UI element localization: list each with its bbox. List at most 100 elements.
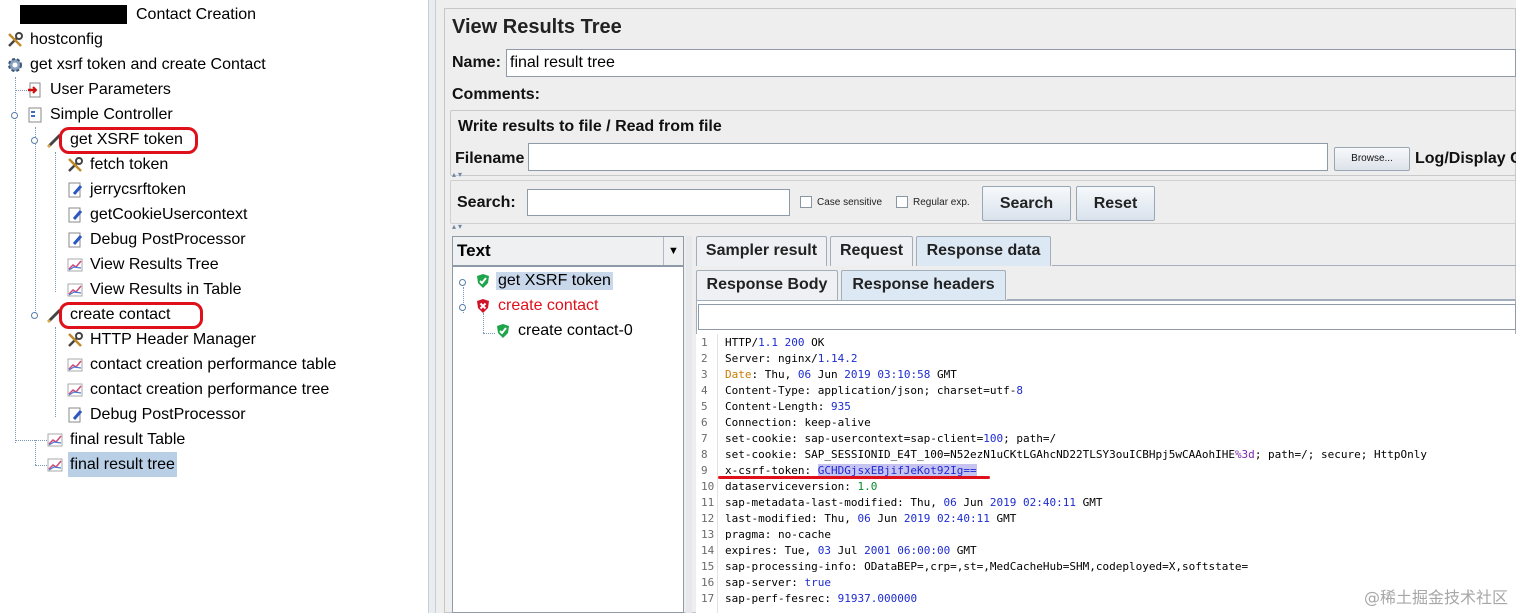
- tab-request[interactable]: Request: [830, 236, 913, 266]
- code-line: 9 x-csrf-token: GCHDGjsxEBjifJeKot92Ig==: [696, 463, 977, 479]
- tree-item-view-results-tree[interactable]: View Results Tree: [66, 252, 221, 277]
- code-line: 15 sap-processing-info: ODataBEP=,crp=,st…: [696, 559, 1248, 575]
- line-text: Server: nginx/1.14.2: [725, 352, 858, 365]
- tree-item-view-results-table[interactable]: View Results in Table: [66, 277, 244, 302]
- tree-item-final-result-tree[interactable]: final result tree: [46, 452, 177, 477]
- listener-chart-icon: [66, 356, 84, 374]
- expand-toggle[interactable]: [459, 304, 466, 311]
- line-number: 13: [701, 528, 715, 541]
- listener-chart-icon: [46, 431, 64, 449]
- tree-item-perf-tree[interactable]: contact creation performance tree: [66, 377, 331, 402]
- line-text: HTTP/1.1 200 OK: [725, 336, 825, 349]
- tree-connector: [483, 333, 495, 334]
- test-plan-tree[interactable]: Contact Creation hostconfig get xsrf tok…: [0, 0, 428, 613]
- postprocessor-icon: [66, 206, 84, 224]
- result-node[interactable]: create contact-0: [495, 322, 635, 340]
- case-sensitive-label: Case sensitive: [817, 196, 883, 208]
- line-number: 14: [701, 544, 715, 557]
- line-text: sap-server: true: [725, 576, 831, 589]
- splitter-handle[interactable]: [686, 236, 692, 613]
- tree-item-getcookieusercontext[interactable]: getCookieUsercontext: [66, 202, 249, 227]
- name-field[interactable]: final result tree: [506, 49, 1516, 77]
- code-line: 13 pragma: no-cache: [696, 527, 831, 543]
- browse-button[interactable]: Browse...: [1334, 147, 1410, 171]
- tab-sampler-result[interactable]: Sampler result: [696, 236, 827, 266]
- tree-item-http-header-manager[interactable]: HTTP Header Manager: [66, 327, 258, 352]
- tree-item-jerrycsrftoken[interactable]: jerrycsrftoken: [66, 177, 188, 202]
- tree-item-fetch-token[interactable]: fetch token: [66, 152, 170, 177]
- file-group-title: Write results to file / Read from file: [458, 118, 722, 135]
- tree-item-test-plan[interactable]: Contact Creation: [2, 2, 258, 27]
- renderer-select[interactable]: Text ▼: [452, 236, 684, 266]
- line-number: 8: [701, 448, 708, 461]
- expand-toggle[interactable]: [31, 137, 38, 144]
- tab-response-body[interactable]: Response Body: [696, 270, 838, 300]
- code-line: 10 dataserviceversion: 1.0: [696, 479, 877, 495]
- line-text: Date: Thu, 06 Jun 2019 03:10:58 GMT: [725, 368, 957, 381]
- line-number: 12: [701, 512, 715, 525]
- collapse-handle[interactable]: ▴▾: [452, 222, 464, 231]
- tree-item-debug-postprocessor[interactable]: Debug PostProcessor: [66, 227, 248, 252]
- tree-connector: [15, 77, 16, 443]
- line-text: dataserviceversion: 1.0: [725, 480, 878, 493]
- case-sensitive-checkbox[interactable]: Case sensitive: [800, 196, 882, 208]
- search-button[interactable]: Search: [982, 186, 1071, 221]
- tree-connector: [35, 127, 36, 317]
- tree-item-final-result-table[interactable]: final result Table: [46, 427, 187, 452]
- tree-item-user-parameters[interactable]: User Parameters: [26, 77, 173, 102]
- tree-connector: [55, 327, 56, 417]
- chevron-down-icon[interactable]: ▼: [663, 237, 683, 265]
- collapse-handle[interactable]: ▴▾: [452, 170, 464, 179]
- expand-toggle[interactable]: [459, 279, 466, 286]
- result-node[interactable]: get XSRF token: [475, 272, 613, 290]
- success-shield-icon: [475, 273, 491, 289]
- line-text: expires: Tue, 03 Jul 2001 06:00:00 GMT: [725, 544, 977, 557]
- filename-label: Filename: [455, 150, 525, 167]
- line-text: sap-metadata-last-modified: Thu, 06 Jun …: [725, 496, 1103, 509]
- search-input[interactable]: [527, 189, 790, 216]
- tree-item-debug-postprocessor-2[interactable]: Debug PostProcessor: [66, 402, 248, 427]
- splitter-handle[interactable]: [428, 0, 436, 613]
- expand-toggle[interactable]: [31, 312, 38, 319]
- sample-result-tree[interactable]: [452, 266, 684, 613]
- result-node[interactable]: create contact: [475, 297, 601, 315]
- postprocessor-icon: [66, 181, 84, 199]
- line-text: Content-Length: 935: [725, 400, 851, 413]
- tree-item-thread-group[interactable]: get xsrf token and create Contact: [6, 52, 268, 77]
- tab-response-data[interactable]: Response data: [916, 236, 1051, 266]
- code-line: 7 set-cookie: sap-usercontext=sap-client=…: [696, 431, 1056, 447]
- line-text: sap-perf-fesrec: 91937.000000: [725, 592, 918, 605]
- line-text: last-modified: Thu, 06 Jun 2019 02:40:11…: [725, 512, 1017, 525]
- code-line: 6 Connection: keep-alive: [696, 415, 871, 431]
- page-title: View Results Tree: [452, 16, 622, 38]
- name-label: Name:: [452, 54, 501, 71]
- annotation-ring: [59, 302, 203, 329]
- line-number: 15: [701, 560, 715, 573]
- search-label: Search:: [457, 194, 516, 211]
- tree-connector: [15, 440, 47, 441]
- code-line: 1 HTTP/1.1 200 OK: [696, 335, 824, 351]
- checkbox-box[interactable]: [800, 196, 812, 208]
- expand-toggle[interactable]: [11, 112, 18, 119]
- tree-item-hostconfig[interactable]: hostconfig: [6, 27, 105, 52]
- wrench-icon: [6, 31, 24, 49]
- filename-field[interactable]: [528, 143, 1328, 171]
- line-number: 4: [701, 384, 708, 397]
- line-number: 5: [701, 400, 708, 413]
- log-display-label: Log/Display C: [1415, 150, 1516, 167]
- regular-exp-checkbox[interactable]: Regular exp.: [896, 196, 970, 208]
- tab-response-headers[interactable]: Response headers: [841, 270, 1006, 300]
- line-number: 6: [701, 416, 708, 429]
- response-headers-text[interactable]: 1 HTTP/1.1 200 OK 2 Server: nginx/1.14.2 3 Da…: [696, 334, 1516, 613]
- postprocessor-icon: [66, 231, 84, 249]
- reset-button[interactable]: Reset: [1076, 186, 1155, 221]
- error-shield-icon: [475, 298, 491, 314]
- test-plan-icon: [2, 6, 130, 24]
- tree-item-perf-table[interactable]: contact creation performance table: [66, 352, 338, 377]
- tree-item-simple-controller[interactable]: Simple Controller: [26, 102, 175, 127]
- checkbox-box[interactable]: [896, 196, 908, 208]
- gear-icon: [6, 56, 24, 74]
- line-number: 11: [701, 496, 715, 509]
- response-search-field[interactable]: [698, 304, 1516, 330]
- tree-connector: [55, 152, 56, 292]
